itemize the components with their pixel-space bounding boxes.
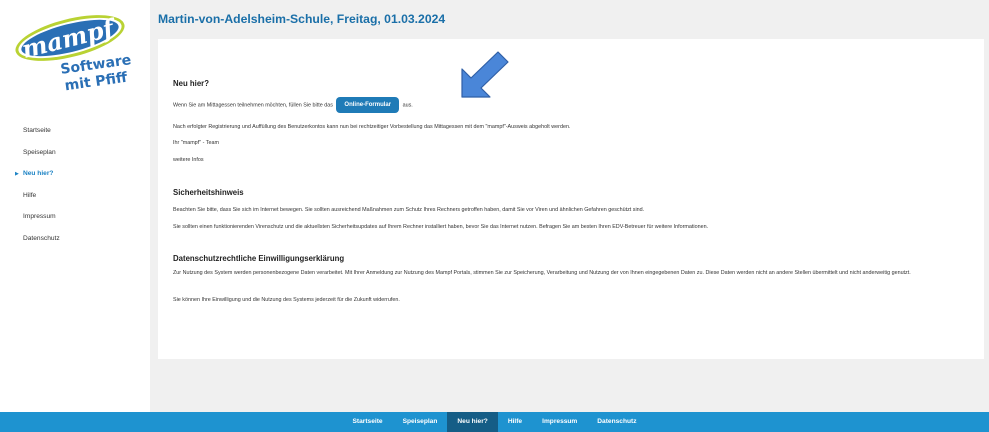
footer-item-startseite[interactable]: Startseite: [343, 412, 393, 432]
footer-item-speiseplan[interactable]: Speiseplan: [393, 412, 448, 432]
main-area: Martin-von-Adelsheim-Schule, Freitag, 01…: [150, 0, 989, 412]
sicherheit-heading: Sicherheitshinweis: [173, 188, 244, 197]
neu-hier-intro: Wenn Sie am Mittagessen teilnehmen möcht…: [173, 97, 413, 113]
mampf-logo-graphic: mampf Software mit Pfiff: [15, 12, 132, 94]
sidebar-item-speiseplan[interactable]: Speiseplan: [0, 142, 150, 164]
footer-item-hilfe[interactable]: Hilfe: [498, 412, 532, 432]
sicherheit-text-2: Sie sollten einen funktionierenden Viren…: [173, 224, 709, 230]
sidebar-item-hilfe[interactable]: Hilfe: [0, 185, 150, 207]
neu-hier-heading: Neu hier?: [173, 79, 209, 88]
sidebar-item-startseite[interactable]: Startseite: [0, 120, 150, 142]
active-triangle-icon: ▶: [15, 171, 19, 178]
sidebar-item-label: Neu hier?: [23, 170, 54, 178]
sidebar-item-neu-hier[interactable]: ▶ Neu hier?: [0, 163, 150, 185]
sidebar: mampf Software mit Pfiff Startseite Spei…: [0, 0, 150, 412]
registration-text: Nach erfolgter Registrierung und Auffüll…: [173, 124, 571, 130]
footer-item-neu-hier[interactable]: Neu hier?: [447, 412, 498, 432]
content-panel: Neu hier? Wenn Sie am Mittagessen teilne…: [158, 39, 984, 359]
footer-item-datenschutz[interactable]: Datenschutz: [587, 412, 646, 432]
footer-nav: Startseite Speiseplan Neu hier? Hilfe Im…: [0, 412, 989, 432]
sicherheit-text-1: Beachten Sie bitte, dass Sie sich im Int…: [173, 207, 645, 213]
datenschutz-text-1: Zur Nutzung des System werden personenbe…: [173, 270, 911, 276]
mampf-logo[interactable]: mampf Software mit Pfiff: [12, 12, 144, 94]
datenschutz-text-2: Sie können Ihre Einwilligung und die Nut…: [173, 297, 400, 303]
footer-item-impressum[interactable]: Impressum: [532, 412, 587, 432]
team-signature: Ihr "mampf" - Team: [173, 140, 219, 146]
online-formular-button[interactable]: Online-Formular: [336, 97, 400, 113]
sidebar-nav: Startseite Speiseplan ▶ Neu hier? Hilfe I…: [0, 120, 150, 250]
weitere-infos-link[interactable]: weitere Infos: [173, 157, 204, 164]
intro-text-after: aus.: [402, 102, 413, 109]
page-title: Martin-von-Adelsheim-Schule, Freitag, 01…: [158, 12, 446, 26]
sidebar-item-datenschutz[interactable]: Datenschutz: [0, 228, 150, 250]
datenschutz-heading: Datenschutzrechtliche Einwilligungserklä…: [173, 254, 345, 263]
sidebar-item-impressum[interactable]: Impressum: [0, 206, 150, 228]
intro-text-before: Wenn Sie am Mittagessen teilnehmen möcht…: [173, 102, 333, 109]
pointer-arrow-icon: [461, 51, 509, 98]
